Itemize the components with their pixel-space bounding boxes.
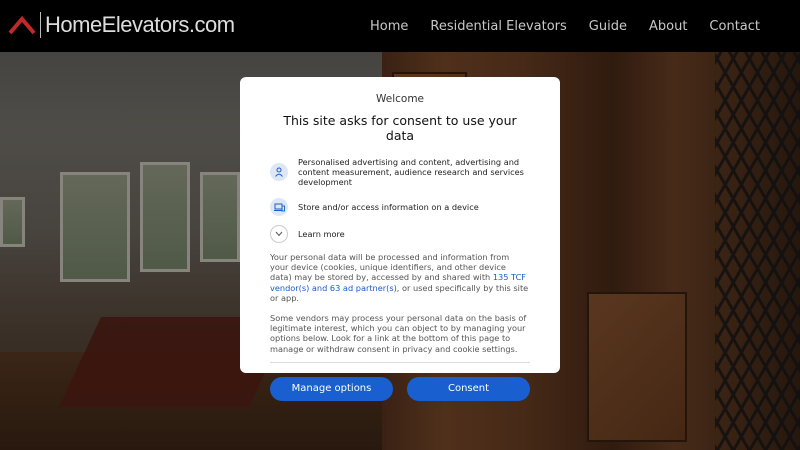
nav-residential-elevators[interactable]: Residential Elevators (430, 19, 566, 34)
site-logo[interactable]: HomeElevators.com (8, 12, 235, 38)
divider (270, 361, 530, 363)
consent-description: Your personal data will be processed and… (270, 252, 530, 303)
main-nav: Home Residential Elevators Guide About C… (348, 0, 760, 52)
legitimate-interest-text: Some vendors may process your personal d… (270, 313, 527, 354)
consent-purpose-storage: Store and/or access information on a dev… (270, 198, 530, 216)
chevron-down-icon[interactable] (270, 225, 288, 243)
person-icon (270, 163, 288, 181)
site-header: HomeElevators.com Home Residential Eleva… (0, 0, 800, 52)
nav-about[interactable]: About (649, 19, 687, 34)
consent-purpose-advertising: Personalised advertising and content, ad… (270, 157, 530, 187)
roof-logo-icon (8, 13, 36, 37)
consent-button[interactable]: Consent (407, 376, 530, 401)
consent-welcome: Welcome (375, 93, 425, 105)
purpose-storage-text: Store and/or access information on a dev… (298, 202, 479, 212)
manage-options-button[interactable]: Manage options (270, 376, 393, 401)
learn-more-toggle[interactable]: Learn more (270, 225, 530, 243)
logo-divider (40, 12, 41, 38)
nav-contact[interactable]: Contact (709, 19, 760, 34)
learn-more-label[interactable]: Learn more (298, 229, 345, 239)
consent-dialog: Welcome This site asks for consent to us… (240, 77, 560, 401)
consent-title: This site asks for consent to use your d… (283, 113, 517, 143)
description-text: Your personal data will be processed and… (270, 252, 510, 283)
purpose-advertising-text: Personalised advertising and content, ad… (298, 157, 524, 187)
nav-home[interactable]: Home (370, 19, 408, 34)
device-icon (270, 198, 288, 216)
nav-guide[interactable]: Guide (589, 19, 627, 34)
logo-text: HomeElevators.com (45, 12, 235, 37)
consent-buttons: Manage options Consent (270, 376, 530, 401)
